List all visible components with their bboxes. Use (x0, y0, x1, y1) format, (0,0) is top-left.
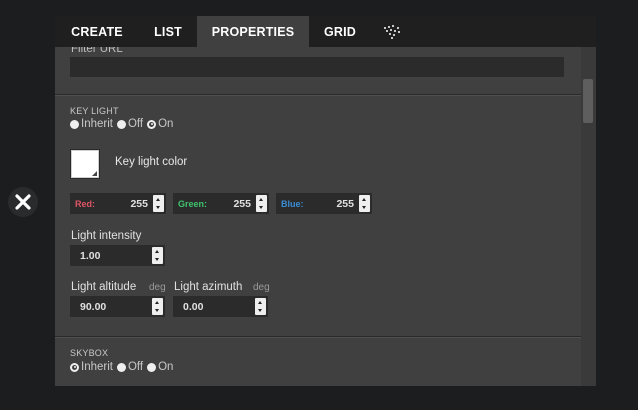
key-light-color-label: Key light color (115, 156, 188, 168)
skybox-inherit-label: Inherit (81, 361, 113, 373)
divider (55, 95, 581, 96)
tab-properties[interactable]: PROPERTIES (197, 16, 309, 47)
light-altitude-field[interactable]: 90.00 (70, 296, 165, 317)
tab-grid[interactable]: GRID (309, 16, 371, 47)
tab-bar: CREATE LIST PROPERTIES GRID (55, 16, 596, 47)
scrollbar-thumb[interactable] (583, 79, 593, 123)
light-azimuth-field[interactable]: 0.00 (173, 296, 268, 317)
green-spinner[interactable] (256, 195, 267, 212)
tab-create[interactable]: CREATE (55, 16, 139, 47)
skybox-section-title: SKYBOX (70, 348, 109, 358)
key-light-on-label: On (158, 118, 174, 130)
blue-spinner[interactable] (359, 195, 370, 212)
tab-particles[interactable] (371, 16, 413, 47)
key-light-color-swatch[interactable] (71, 150, 99, 178)
filter-url-input[interactable] (70, 57, 564, 77)
close-button[interactable] (8, 187, 38, 217)
key-light-inherit-radio[interactable] (70, 119, 79, 129)
scrollbar[interactable] (581, 47, 596, 386)
skybox-on-radio[interactable] (147, 362, 157, 372)
light-azimuth-label: Light azimuth (174, 281, 243, 293)
divider (55, 337, 581, 338)
red-value: 255 (130, 197, 148, 210)
light-azimuth-value: 0.00 (183, 300, 204, 313)
light-azimuth-spinner[interactable] (255, 298, 266, 315)
light-intensity-field[interactable]: 1.00 (70, 245, 165, 266)
properties-content: Filter URL KEY LIGHT Inherit Off On Key … (55, 47, 596, 386)
particle-dots-icon (384, 24, 400, 39)
light-altitude-unit: deg (149, 282, 166, 293)
green-field[interactable]: Green: 255 (173, 193, 269, 214)
key-light-inherit-label: Inherit (81, 118, 113, 130)
filter-url-label: Filter URL (71, 47, 123, 55)
key-light-mode-radios: Inherit Off On (70, 118, 177, 130)
key-light-off-radio[interactable] (116, 119, 126, 129)
red-spinner[interactable] (153, 195, 164, 212)
light-intensity-value: 1.00 (80, 249, 101, 262)
skybox-off-label: Off (127, 361, 144, 373)
light-altitude-spinner[interactable] (152, 298, 163, 315)
light-intensity-label: Light intensity (71, 230, 142, 242)
skybox-inherit-radio[interactable] (70, 362, 79, 372)
green-value: 255 (233, 197, 251, 210)
skybox-mode-radios: Inherit Off On (70, 361, 177, 373)
key-light-off-label: Off (127, 118, 144, 130)
tab-list[interactable]: LIST (139, 16, 197, 47)
blue-label: Blue: (281, 198, 304, 209)
close-icon (15, 194, 31, 210)
key-light-on-radio[interactable] (147, 119, 157, 129)
blue-value: 255 (336, 197, 354, 210)
green-label: Green: (178, 198, 208, 209)
properties-panel: CREATE LIST PROPERTIES GRID Filter URL K… (55, 16, 596, 386)
red-field[interactable]: Red: 255 (70, 193, 166, 214)
key-light-section-title: KEY LIGHT (70, 106, 119, 116)
red-label: Red: (75, 198, 95, 209)
light-intensity-spinner[interactable] (152, 247, 163, 264)
light-altitude-label: Light altitude (71, 281, 137, 293)
light-azimuth-unit: deg (253, 282, 270, 293)
skybox-on-label: On (158, 361, 174, 373)
skybox-off-radio[interactable] (116, 362, 126, 372)
light-altitude-value: 90.00 (80, 300, 107, 313)
blue-field[interactable]: Blue: 255 (276, 193, 372, 214)
